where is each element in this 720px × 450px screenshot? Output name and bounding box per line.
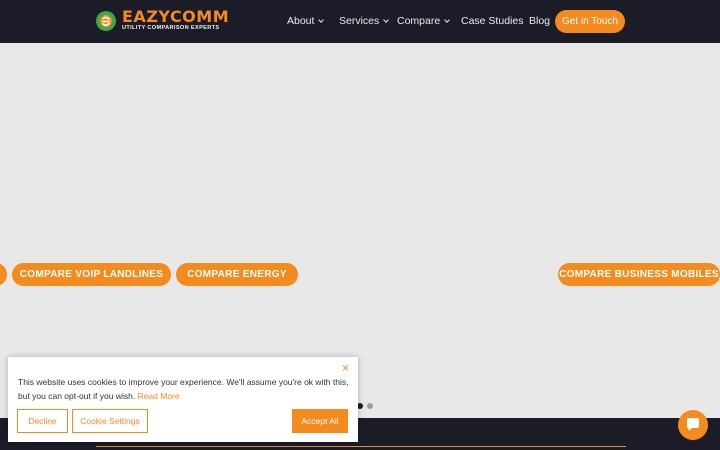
- cookie-banner: × This website uses cookies to improve y…: [8, 357, 358, 442]
- brand-name: EAZYCOMM: [122, 8, 229, 26]
- chevron-down-icon: [383, 16, 390, 23]
- cookie-settings-button[interactable]: Cookie Settings: [72, 409, 148, 433]
- read-more-link[interactable]: Read More: [138, 391, 180, 401]
- nav-item-compare[interactable]: Compare: [397, 15, 451, 27]
- chevron-down-icon: [444, 16, 451, 23]
- brand-tagline: UTILITY COMPARISON EXPERTS: [122, 25, 220, 31]
- nav-item-blog[interactable]: Blog: [529, 15, 550, 27]
- chat-bubble-icon: [687, 418, 699, 431]
- brand-logo[interactable]: EAZYCOMM UTILITY COMPARISON EXPERTS: [95, 8, 230, 33]
- cookie-message-text: This website uses cookies to improve you…: [18, 377, 349, 401]
- compare-voip-landlines-button[interactable]: COMPARE VOIP LANDLINES: [12, 263, 171, 286]
- chevron-down-icon: [318, 16, 325, 23]
- chat-launcher[interactable]: [678, 410, 708, 440]
- accept-all-button[interactable]: Accept All: [292, 409, 348, 433]
- footer-divider: [96, 446, 626, 447]
- carousel-dot[interactable]: [367, 403, 373, 409]
- brand-name-part1: EAZY: [122, 7, 170, 26]
- close-icon[interactable]: ×: [342, 361, 349, 375]
- nav-item-label: Case Studies: [461, 15, 524, 27]
- site-header: EAZYCOMM UTILITY COMPARISON EXPERTS Abou…: [0, 0, 720, 43]
- nav-item-about[interactable]: About: [287, 15, 325, 27]
- get-in-touch-button[interactable]: Get in Touch: [555, 10, 625, 33]
- eazycomm-logo-icon: [96, 11, 116, 31]
- nav-item-label: Blog: [529, 15, 551, 27]
- compare-business-mobiles-button[interactable]: COMPARE BUSINESS MOBILES: [558, 263, 720, 286]
- nav-item-label: About: [287, 15, 315, 27]
- nav-item-services[interactable]: Services: [339, 15, 390, 27]
- nav-item-label: Compare: [397, 15, 441, 27]
- cookie-message: This website uses cookies to improve you…: [18, 375, 350, 403]
- compare-energy-button[interactable]: COMPARE ENERGY: [176, 263, 298, 286]
- nav-item-case-studies[interactable]: Case Studies: [461, 15, 523, 27]
- nav-item-label: Services: [339, 15, 380, 27]
- brand-name-part2: COMM: [169, 7, 230, 26]
- decline-button[interactable]: Decline: [17, 409, 68, 433]
